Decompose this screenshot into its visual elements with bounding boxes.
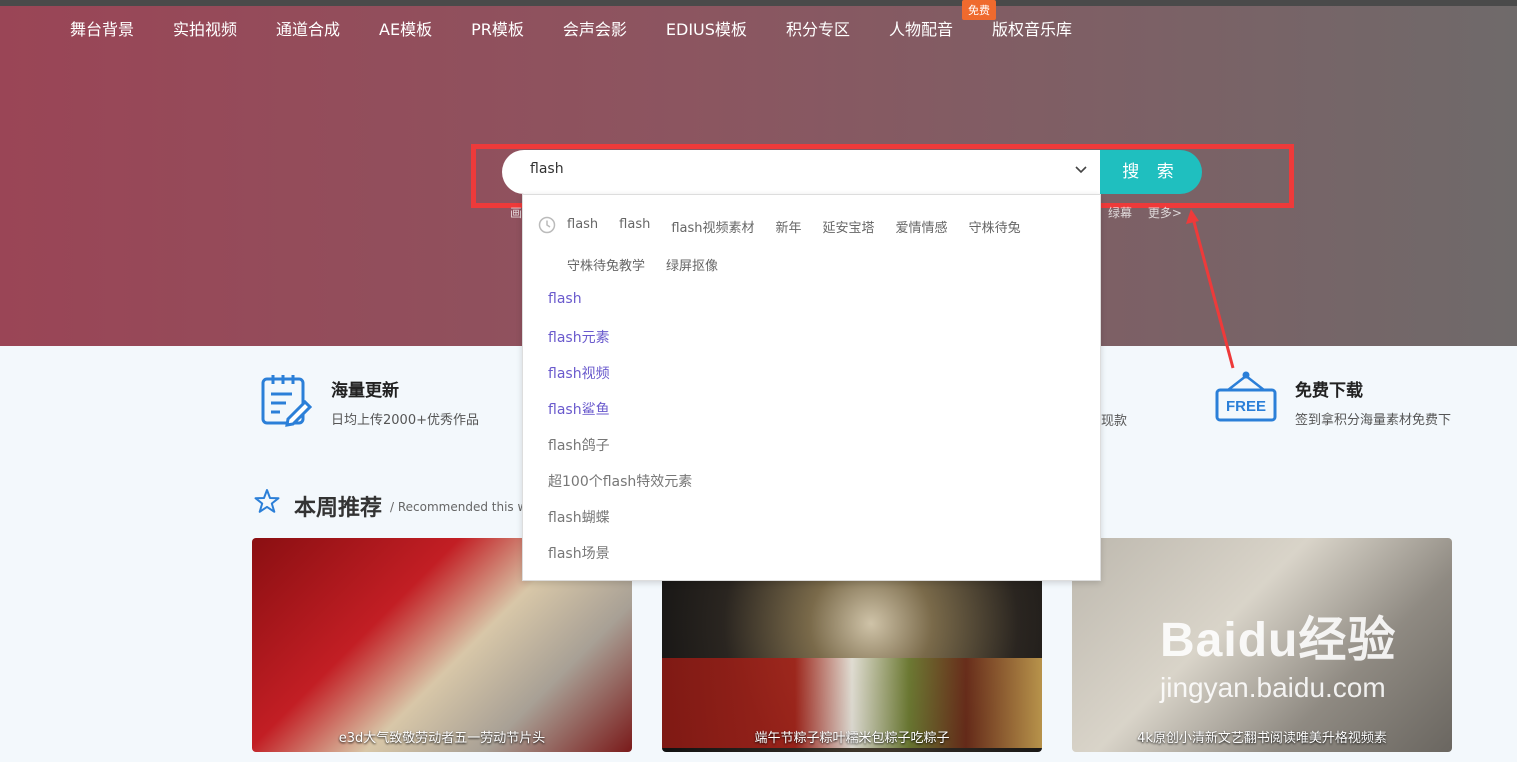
annotation-arrow — [1186, 209, 1235, 369]
